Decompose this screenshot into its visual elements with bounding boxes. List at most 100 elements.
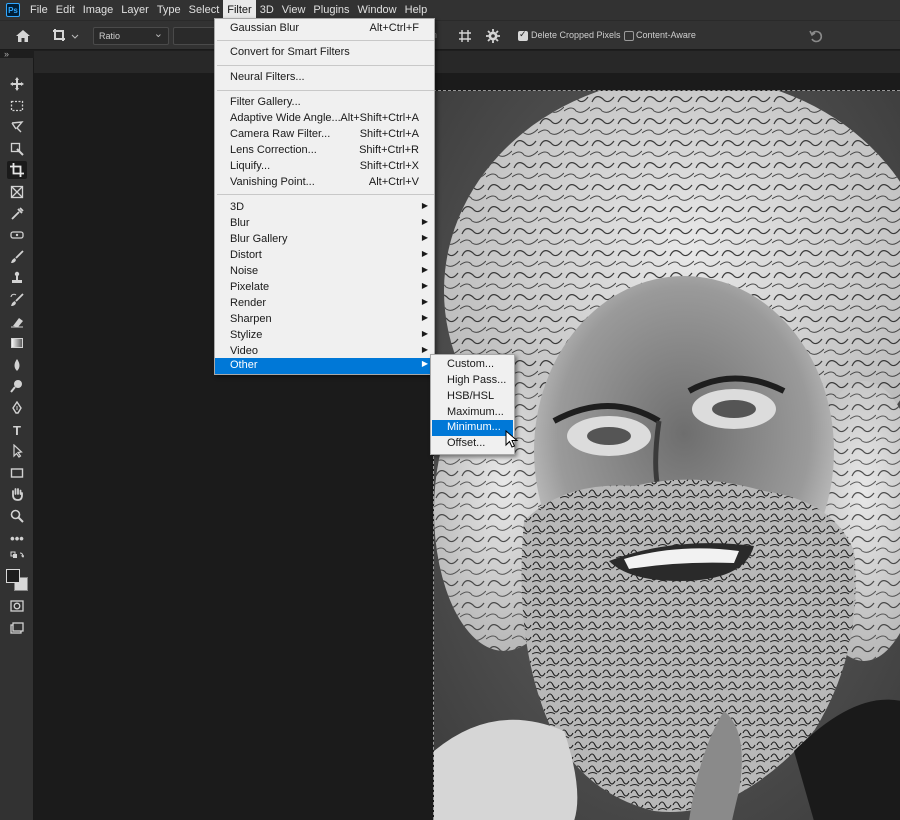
width-field[interactable] — [173, 27, 218, 45]
menu-item-label: Offset... — [447, 437, 486, 449]
dodge-tool-icon[interactable] — [7, 377, 27, 395]
menu-item-distort[interactable]: Distort ▶ — [215, 248, 434, 264]
grid-overlay-icon[interactable] — [457, 28, 473, 44]
quick-mask-icon[interactable] — [7, 597, 27, 615]
crop-preset-icon[interactable] — [50, 26, 80, 46]
menu-image[interactable]: Image — [79, 0, 118, 20]
menu-item-gaussian-blur[interactable]: Gaussian Blur Alt+Ctrl+F — [215, 21, 434, 37]
menu-item-label: Custom... — [447, 358, 495, 370]
submenu-arrow-icon: ▶ — [421, 359, 428, 368]
clone-stamp-tool-icon[interactable] — [7, 269, 27, 287]
type-tool-icon[interactable]: T — [7, 421, 27, 439]
mouse-cursor-icon — [505, 429, 519, 450]
menu-file[interactable]: File — [26, 0, 52, 20]
object-select-tool-icon[interactable] — [7, 140, 27, 158]
menu-item-stylize[interactable]: Stylize ▶ — [215, 328, 434, 344]
menu-item-lens-correction[interactable]: Lens Correction... Shift+Ctrl+R — [215, 143, 434, 159]
screen-mode-icon[interactable] — [7, 619, 27, 637]
menu-item-custom[interactable]: Custom... — [432, 357, 513, 373]
eraser-tool-icon[interactable] — [7, 313, 27, 331]
frame-tool-icon[interactable] — [7, 183, 27, 201]
menu-item-noise[interactable]: Noise ▶ — [215, 264, 434, 280]
menu-item-label: Gaussian Blur — [230, 22, 300, 34]
crop-tool-icon[interactable] — [7, 161, 27, 179]
menu-filter[interactable]: Filter — [223, 0, 256, 20]
menu-item-label: Pixelate — [230, 281, 270, 293]
marquee-tool-icon[interactable] — [7, 97, 27, 115]
submenu-arrow-icon: ▶ — [421, 281, 428, 290]
tools-panel: T ••• — [0, 58, 34, 820]
blur-tool-icon[interactable] — [7, 356, 27, 374]
other-submenu: Custom... High Pass... HSB/HSL Maximum..… — [430, 354, 515, 455]
menu-item-blur-gallery[interactable]: Blur Gallery ▶ — [215, 232, 434, 248]
menu-item-maximum[interactable]: Maximum... — [432, 405, 513, 421]
menu-item-convert-smart-filters[interactable]: Convert for Smart Filters — [215, 45, 434, 61]
menu-item-shortcut: Alt+Ctrl+F — [369, 22, 419, 34]
history-brush-tool-icon[interactable] — [7, 291, 27, 309]
move-tool-icon[interactable] — [7, 75, 27, 93]
menu-item-blur[interactable]: Blur ▶ — [215, 216, 434, 232]
more-tools-icon[interactable]: ••• — [7, 529, 27, 547]
menu-plugins[interactable]: Plugins — [309, 0, 353, 20]
filter-menu: Gaussian Blur Alt+Ctrl+F Convert for Sma… — [214, 18, 435, 375]
menu-item-minimum[interactable]: Minimum... — [432, 420, 513, 436]
menu-layer[interactable]: Layer — [117, 0, 153, 20]
menu-item-label: Vanishing Point... — [230, 176, 315, 188]
menu-item-3d[interactable]: 3D ▶ — [215, 200, 434, 216]
menu-item-label: Blur — [230, 217, 250, 229]
foreground-color-swatch[interactable] — [6, 569, 20, 583]
menu-item-camera-raw-filter[interactable]: Camera Raw Filter... Shift+Ctrl+A — [215, 127, 434, 143]
menu-window[interactable]: Window — [354, 0, 401, 20]
menu-item-label: Lens Correction... — [230, 144, 317, 156]
menu-item-label: Other — [230, 359, 258, 371]
menu-type[interactable]: Type — [153, 0, 185, 20]
document-image[interactable] — [433, 90, 900, 820]
submenu-arrow-icon: ▶ — [421, 265, 428, 274]
content-aware-checkbox[interactable] — [624, 31, 634, 41]
menu-item-vanishing-point[interactable]: Vanishing Point... Alt+Ctrl+V — [215, 175, 434, 191]
menu-item-label: Stylize — [230, 329, 263, 341]
color-swatches[interactable] — [5, 568, 29, 592]
menu-bar: Ps File Edit Image Layer Type Select Fil… — [0, 0, 900, 20]
menu-item-offset[interactable]: Offset... — [432, 436, 513, 452]
brush-tool-icon[interactable] — [7, 248, 27, 266]
delete-cropped-label: Delete Cropped Pixels — [531, 30, 621, 40]
menu-item-neural-filters[interactable]: Neural Filters... — [215, 70, 434, 86]
menu-item-label: High Pass... — [447, 374, 507, 386]
menu-item-high-pass[interactable]: High Pass... — [432, 373, 513, 389]
menu-item-shortcut: Alt+Shift+Ctrl+A — [340, 112, 419, 124]
menu-item-label: Neural Filters... — [230, 71, 305, 83]
menu-help[interactable]: Help — [401, 0, 432, 20]
gradient-tool-icon[interactable] — [7, 334, 27, 352]
menu-item-hsb-hsl[interactable]: HSB/HSL — [432, 389, 513, 405]
path-select-tool-icon[interactable] — [7, 442, 27, 460]
menu-edit[interactable]: Edit — [52, 0, 79, 20]
menu-item-pixelate[interactable]: Pixelate ▶ — [215, 280, 434, 296]
gear-icon[interactable] — [485, 28, 501, 44]
submenu-arrow-icon: ▶ — [421, 217, 428, 226]
lasso-tool-icon[interactable] — [7, 118, 27, 136]
menu-item-other[interactable]: Other ▶ — [215, 358, 434, 374]
menu-item-sharpen[interactable]: Sharpen ▶ — [215, 312, 434, 328]
pen-tool-icon[interactable] — [7, 399, 27, 417]
home-icon[interactable] — [12, 26, 34, 46]
reset-icon[interactable] — [808, 28, 824, 44]
menu-item-liquify[interactable]: Liquify... Shift+Ctrl+X — [215, 159, 434, 175]
healing-brush-tool-icon[interactable] — [7, 226, 27, 244]
delete-cropped-checkbox[interactable] — [518, 29, 528, 41]
eyedropper-tool-icon[interactable] — [7, 205, 27, 223]
menu-view[interactable]: View — [278, 0, 310, 20]
menu-item-shortcut: Alt+Ctrl+V — [368, 176, 419, 188]
menu-item-filter-gallery[interactable]: Filter Gallery... — [215, 95, 434, 111]
ratio-select[interactable]: Ratio — [93, 26, 169, 45]
menu-item-label: Render — [230, 297, 267, 309]
photoshop-logo-icon: Ps — [6, 3, 20, 17]
hand-tool-icon[interactable] — [7, 485, 27, 503]
menu-item-render[interactable]: Render ▶ — [215, 296, 434, 312]
zoom-tool-icon[interactable] — [7, 507, 27, 525]
menu-select[interactable]: Select — [185, 0, 224, 20]
menu-3d[interactable]: 3D — [256, 0, 278, 20]
rectangle-tool-icon[interactable] — [7, 464, 27, 482]
swap-colors-icon[interactable] — [7, 550, 27, 562]
menu-item-adaptive-wide-angle[interactable]: Adaptive Wide Angle... Alt+Shift+Ctrl+A — [215, 111, 434, 127]
